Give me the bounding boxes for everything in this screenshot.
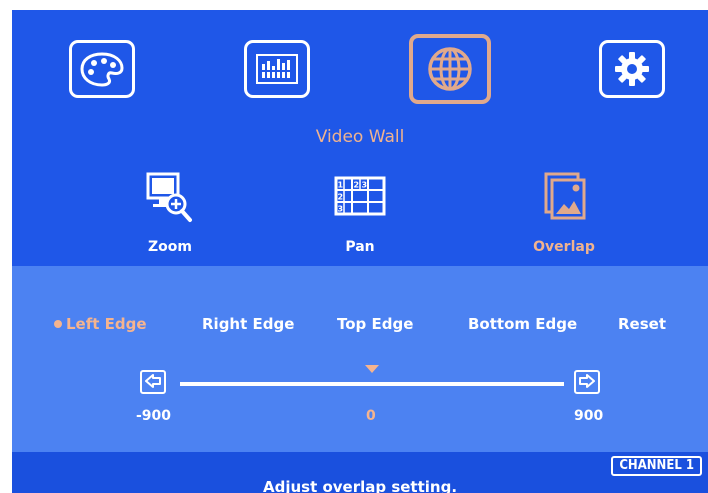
- reset-label: Reset: [618, 315, 666, 333]
- decrease-button[interactable]: [140, 370, 166, 394]
- right-edge-option[interactable]: Right Edge: [202, 315, 294, 333]
- overlap-pictures-icon: [536, 170, 592, 232]
- pan-grid-number: 3: [362, 181, 368, 190]
- pan-grid-number: 3: [338, 205, 344, 214]
- pan-option[interactable]: 1 2 3 2 3 Pan: [315, 170, 405, 255]
- pan-grid-number: 1: [338, 181, 344, 190]
- globe-icon: [425, 44, 475, 94]
- slider-marker[interactable]: [365, 365, 379, 373]
- overlap-settings-panel: [12, 266, 708, 452]
- osd-screen: Video Wall Zoom 1 2 3 2 3 Pan Overlap Le…: [12, 10, 708, 493]
- pan-grid-number: 2: [338, 193, 344, 202]
- arrow-left-icon: [145, 373, 161, 392]
- pan-grid-icon: 1 2 3 2 3: [332, 170, 388, 222]
- increase-button[interactable]: [574, 370, 600, 394]
- status-message: Adjust overlap setting.: [262, 478, 458, 493]
- system-settings-tab[interactable]: [599, 40, 665, 98]
- top-edge-option[interactable]: Top Edge: [337, 315, 413, 333]
- reset-option[interactable]: Reset: [618, 315, 666, 333]
- overlap-label: Overlap: [533, 239, 595, 255]
- video-wall-tab[interactable]: [409, 34, 491, 104]
- pan-label: Pan: [345, 239, 375, 255]
- zoom-label: Zoom: [148, 239, 192, 255]
- color-settings-tab[interactable]: [69, 40, 135, 98]
- channel-badge: CHANNEL 1: [611, 456, 702, 476]
- selected-bullet-icon: [54, 319, 62, 328]
- slider-current-value: 0: [366, 408, 376, 424]
- slider-min-value: -900: [136, 408, 172, 424]
- image-settings-tab[interactable]: [244, 40, 310, 98]
- bottom-edge-label: Bottom Edge: [468, 315, 578, 333]
- equalizer-icon: [254, 52, 300, 86]
- slider-max-value: 900: [574, 408, 604, 424]
- left-edge-label: Left Edge: [66, 315, 147, 333]
- top-edge-label: Top Edge: [337, 315, 414, 333]
- zoom-option[interactable]: Zoom: [125, 170, 215, 255]
- arrow-right-icon: [579, 373, 595, 392]
- gear-icon: [612, 49, 652, 89]
- pan-grid-number: 2: [354, 181, 360, 190]
- overlap-option[interactable]: Overlap: [519, 170, 609, 255]
- slider-track[interactable]: [180, 382, 564, 386]
- bottom-edge-option[interactable]: Bottom Edge: [468, 315, 577, 333]
- right-edge-label: Right Edge: [202, 315, 295, 333]
- palette-icon: [78, 50, 126, 88]
- menu-title: Video Wall: [315, 127, 405, 147]
- zoom-monitor-icon: [142, 170, 198, 232]
- left-edge-option[interactable]: Left Edge: [54, 315, 147, 333]
